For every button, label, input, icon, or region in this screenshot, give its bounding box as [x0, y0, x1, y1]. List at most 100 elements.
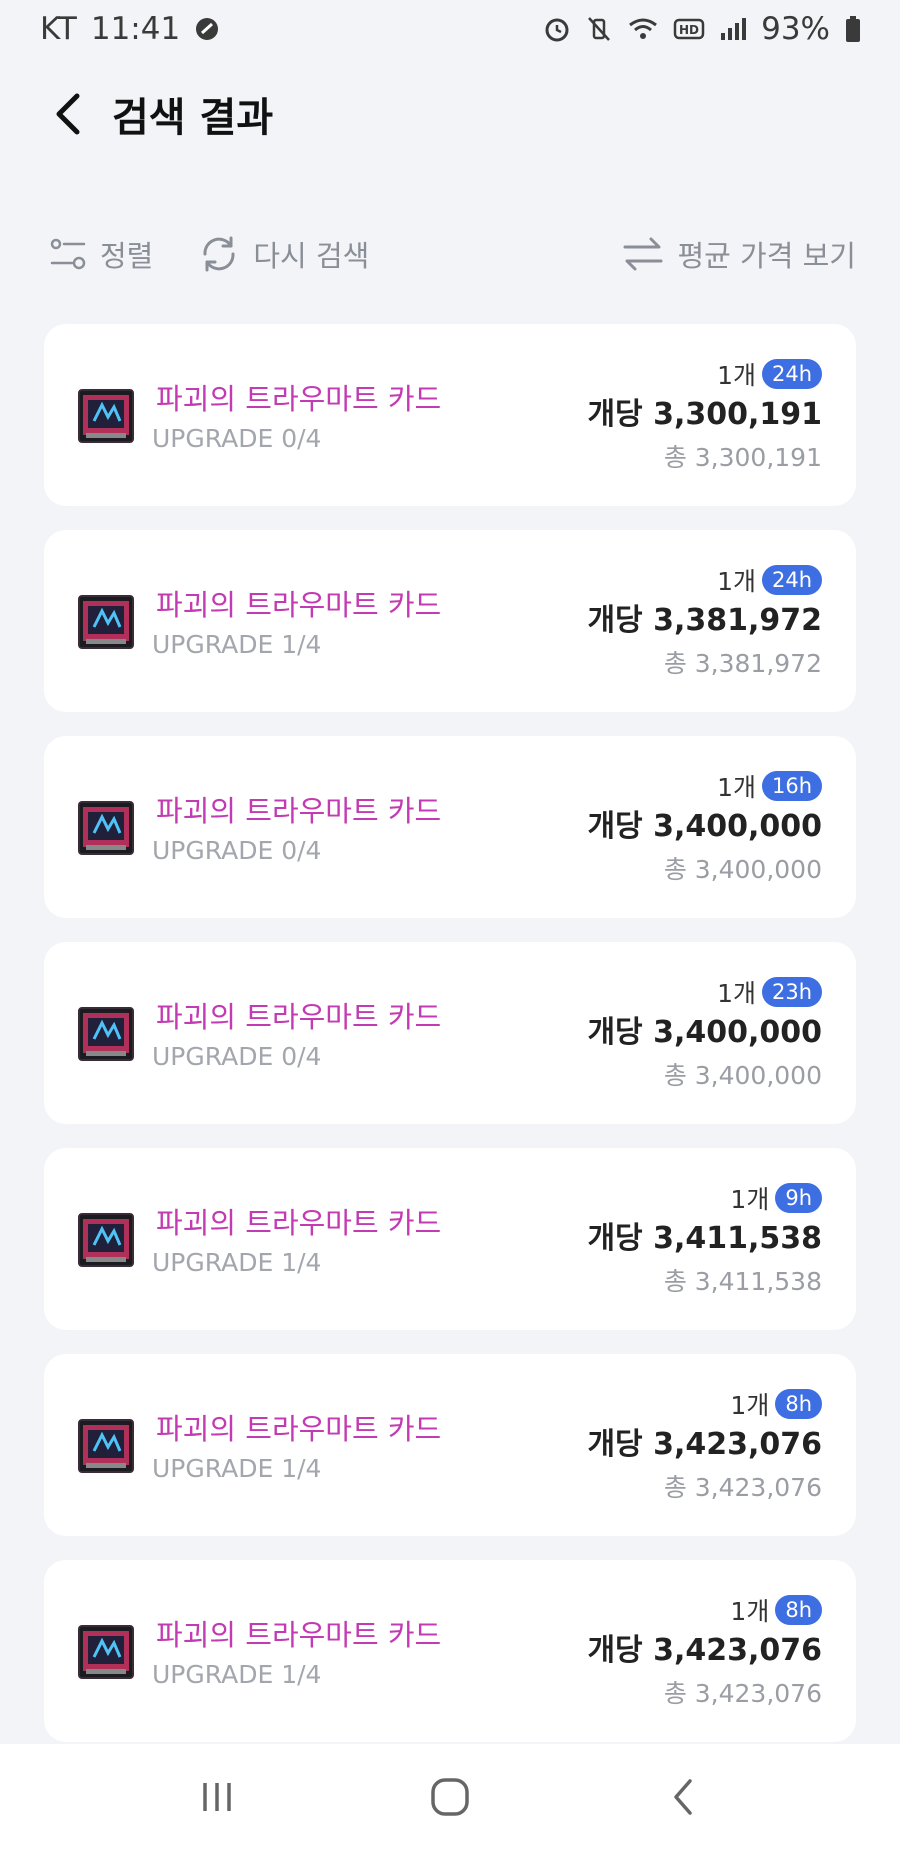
battery-percent: 93% — [761, 11, 830, 47]
item-card-icon — [78, 1213, 134, 1267]
result-card[interactable]: 파괴의 트라우마트 카드 UPGRADE 0/4 1개 23h 개당 3,400… — [44, 942, 856, 1124]
total-price: 총 3,381,972 — [663, 649, 822, 678]
vibrate-icon — [585, 15, 613, 43]
system-nav-bar — [0, 1744, 900, 1850]
result-card[interactable]: 파괴의 트라우마트 카드 UPGRADE 1/4 1개 9h 개당 3,411,… — [44, 1148, 856, 1330]
quantity: 1개 — [717, 361, 756, 390]
system-back-button[interactable] — [643, 1767, 723, 1827]
time-remaining-badge: 24h — [761, 565, 822, 595]
unit-price: 개당 3,400,000 — [587, 1015, 822, 1050]
home-button[interactable] — [410, 1767, 490, 1827]
item-card-icon — [78, 1419, 134, 1473]
quantity-row: 1개 23h — [717, 976, 822, 1008]
sort-button[interactable]: 정렬 — [48, 233, 153, 275]
average-price-button[interactable]: 평균 가격 보기 — [621, 233, 856, 275]
svg-text:HD: HD — [679, 23, 699, 37]
recent-apps-icon — [202, 1783, 231, 1811]
quantity-row: 1개 8h — [730, 1594, 822, 1626]
item-card-icon — [78, 1007, 134, 1061]
price-column: 1개 24h 개당 3,300,191 총 3,300,191 — [587, 358, 822, 474]
total-price: 총 3,300,191 — [663, 443, 822, 472]
toolbar: 정렬 다시 검색 평균 가격 보기 — [0, 224, 900, 284]
unit-price: 개당 3,423,076 — [587, 1427, 822, 1462]
result-card[interactable]: 파괴의 트라우마트 카드 UPGRADE 1/4 1개 8h 개당 3,423,… — [44, 1560, 856, 1742]
time-remaining-badge: 8h — [775, 1389, 822, 1419]
result-card[interactable]: 파괴의 트라우마트 카드 UPGRADE 1/4 1개 24h 개당 3,381… — [44, 530, 856, 712]
item-name: 파괴의 트라우마트 카드 — [156, 1000, 442, 1034]
price-column: 1개 9h 개당 3,411,538 총 3,411,538 — [587, 1182, 822, 1298]
status-left: KT 11:41 — [40, 11, 220, 47]
upgrade-level: UPGRADE 0/4 — [152, 836, 322, 865]
home-icon — [431, 1778, 469, 1816]
upgrade-level: UPGRADE 1/4 — [152, 1454, 322, 1483]
refresh-icon — [203, 236, 235, 272]
quantity: 1개 — [730, 1597, 770, 1626]
price-column: 1개 8h 개당 3,423,076 총 3,423,076 — [587, 1388, 822, 1504]
total-price: 총 3,400,000 — [663, 1061, 822, 1090]
quantity: 1개 — [717, 773, 756, 802]
unit-price: 개당 3,400,000 — [587, 809, 822, 844]
unit-price: 개당 3,300,191 — [587, 397, 822, 432]
upgrade-level: UPGRADE 0/4 — [152, 1042, 322, 1071]
average-price-label: 평균 가격 보기 — [677, 239, 856, 273]
back-button[interactable] — [44, 90, 92, 138]
upgrade-level: UPGRADE 1/4 — [152, 1248, 322, 1277]
signal-icon — [719, 16, 747, 42]
unit-price: 개당 3,381,972 — [587, 603, 822, 638]
upgrade-level: UPGRADE 1/4 — [152, 630, 322, 659]
chevron-left-icon — [56, 93, 80, 135]
time-remaining-badge: 16h — [761, 771, 822, 801]
item-card-icon — [78, 1625, 134, 1679]
total-price: 총 3,400,000 — [663, 855, 822, 884]
battery-icon — [844, 15, 862, 43]
price-column: 1개 16h 개당 3,400,000 총 3,400,000 — [587, 770, 822, 886]
item-name: 파괴의 트라우마트 카드 — [156, 1618, 442, 1652]
swap-arrows-icon — [623, 237, 663, 271]
total-price: 총 3,411,538 — [663, 1267, 822, 1296]
sort-label: 정렬 — [100, 239, 154, 273]
upgrade-level: UPGRADE 0/4 — [152, 424, 322, 453]
quantity-row: 1개 8h — [730, 1388, 822, 1420]
quantity: 1개 — [730, 1391, 770, 1420]
item-card-icon — [78, 801, 134, 855]
sort-icon — [50, 238, 86, 270]
header: 검색 결과 — [0, 78, 900, 150]
toolbar-left: 정렬 다시 검색 — [48, 233, 369, 275]
wifi-icon — [627, 15, 659, 43]
price-column: 1개 24h 개당 3,381,972 총 3,381,972 — [587, 564, 822, 680]
alarm-icon — [543, 15, 571, 43]
page-title: 검색 결과 — [112, 95, 274, 141]
result-card[interactable]: 파괴의 트라우마트 카드 UPGRADE 0/4 1개 24h 개당 3,300… — [44, 324, 856, 506]
status-bar: KT 11:41 HD 93% — [0, 0, 900, 58]
result-card[interactable]: 파괴의 트라우마트 카드 UPGRADE 0/4 1개 16h 개당 3,400… — [44, 736, 856, 918]
upgrade-level: UPGRADE 1/4 — [152, 1660, 322, 1689]
time-remaining-badge: 24h — [761, 359, 822, 389]
carrier-label: KT — [40, 11, 77, 47]
item-card-icon — [78, 595, 134, 649]
item-card-icon — [78, 389, 134, 443]
price-column: 1개 23h 개당 3,400,000 총 3,400,000 — [587, 976, 822, 1092]
quantity-row: 1개 24h — [717, 358, 822, 390]
unit-price: 개당 3,411,538 — [587, 1221, 822, 1256]
result-card[interactable]: 파괴의 트라우마트 카드 UPGRADE 1/4 1개 8h 개당 3,423,… — [44, 1354, 856, 1536]
clock: 11:41 — [90, 11, 181, 47]
research-label: 다시 검색 — [253, 239, 370, 273]
total-price: 총 3,423,076 — [663, 1473, 822, 1502]
quantity-row: 1개 9h — [730, 1182, 822, 1214]
unit-price: 개당 3,423,076 — [587, 1633, 822, 1668]
quantity: 1개 — [717, 979, 756, 1008]
time-remaining-badge: 23h — [761, 977, 822, 1007]
back-chevron-icon — [674, 1779, 693, 1815]
recent-apps-button[interactable] — [177, 1767, 257, 1827]
hd-icon: HD — [673, 16, 705, 42]
item-name: 파괴의 트라우마트 카드 — [156, 382, 442, 416]
time-remaining-badge: 8h — [775, 1595, 822, 1625]
time-remaining-badge: 9h — [775, 1183, 822, 1213]
item-name: 파괴의 트라우마트 카드 — [156, 588, 442, 622]
research-button[interactable]: 다시 검색 — [197, 233, 369, 275]
item-name: 파괴의 트라우마트 카드 — [156, 1206, 442, 1240]
quantity: 1개 — [730, 1185, 770, 1214]
result-list: 파괴의 트라우마트 카드 UPGRADE 0/4 1개 24h 개당 3,300… — [44, 324, 856, 1766]
quantity: 1개 — [717, 567, 756, 596]
block-icon — [194, 16, 220, 42]
